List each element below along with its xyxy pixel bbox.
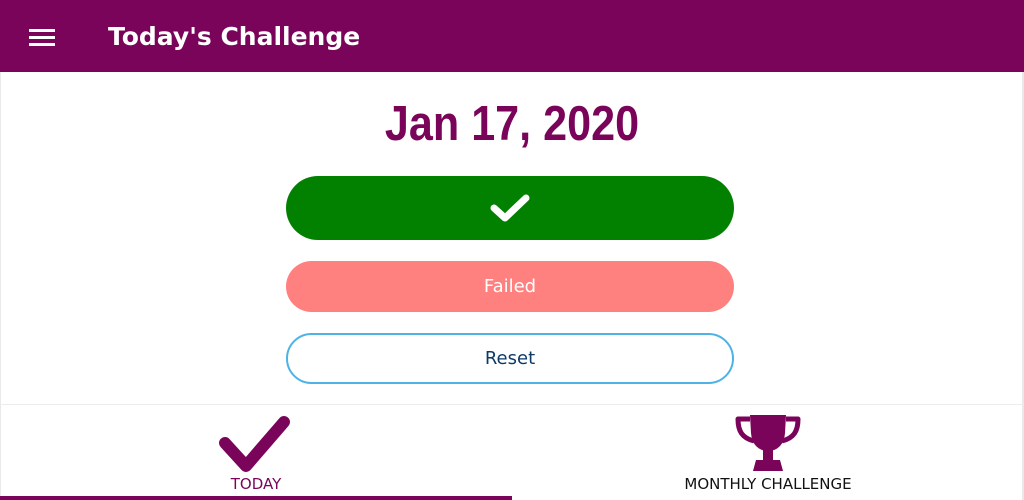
trophy-icon xyxy=(735,415,801,471)
reset-button[interactable]: Reset xyxy=(286,333,734,384)
checkmark-icon xyxy=(490,194,530,222)
failed-button[interactable]: Failed xyxy=(286,261,734,312)
reset-button-label: Reset xyxy=(484,348,536,369)
failed-button-label: Failed xyxy=(483,276,537,297)
challenge-date: Jan 17, 2020 xyxy=(384,97,640,151)
tab-monthly-challenge-label: MONTHLY CHALLENGE xyxy=(684,475,852,493)
success-button[interactable] xyxy=(286,176,734,240)
page-title: Today's Challenge xyxy=(108,22,361,51)
checkmark-icon xyxy=(219,416,290,472)
tab-monthly-challenge[interactable]: MONTHLY CHALLENGE xyxy=(512,405,1024,500)
hamburger-menu-icon xyxy=(29,29,55,46)
menu-button[interactable] xyxy=(20,18,64,56)
app-screen: Today's Challenge Jan 17, 2020 Failed Re… xyxy=(0,0,1024,500)
tab-today-label: TODAY xyxy=(230,475,282,493)
tab-today[interactable]: TODAY xyxy=(0,405,512,500)
selected-tab-indicator xyxy=(0,496,512,500)
app-bar: Today's Challenge xyxy=(0,0,1024,72)
